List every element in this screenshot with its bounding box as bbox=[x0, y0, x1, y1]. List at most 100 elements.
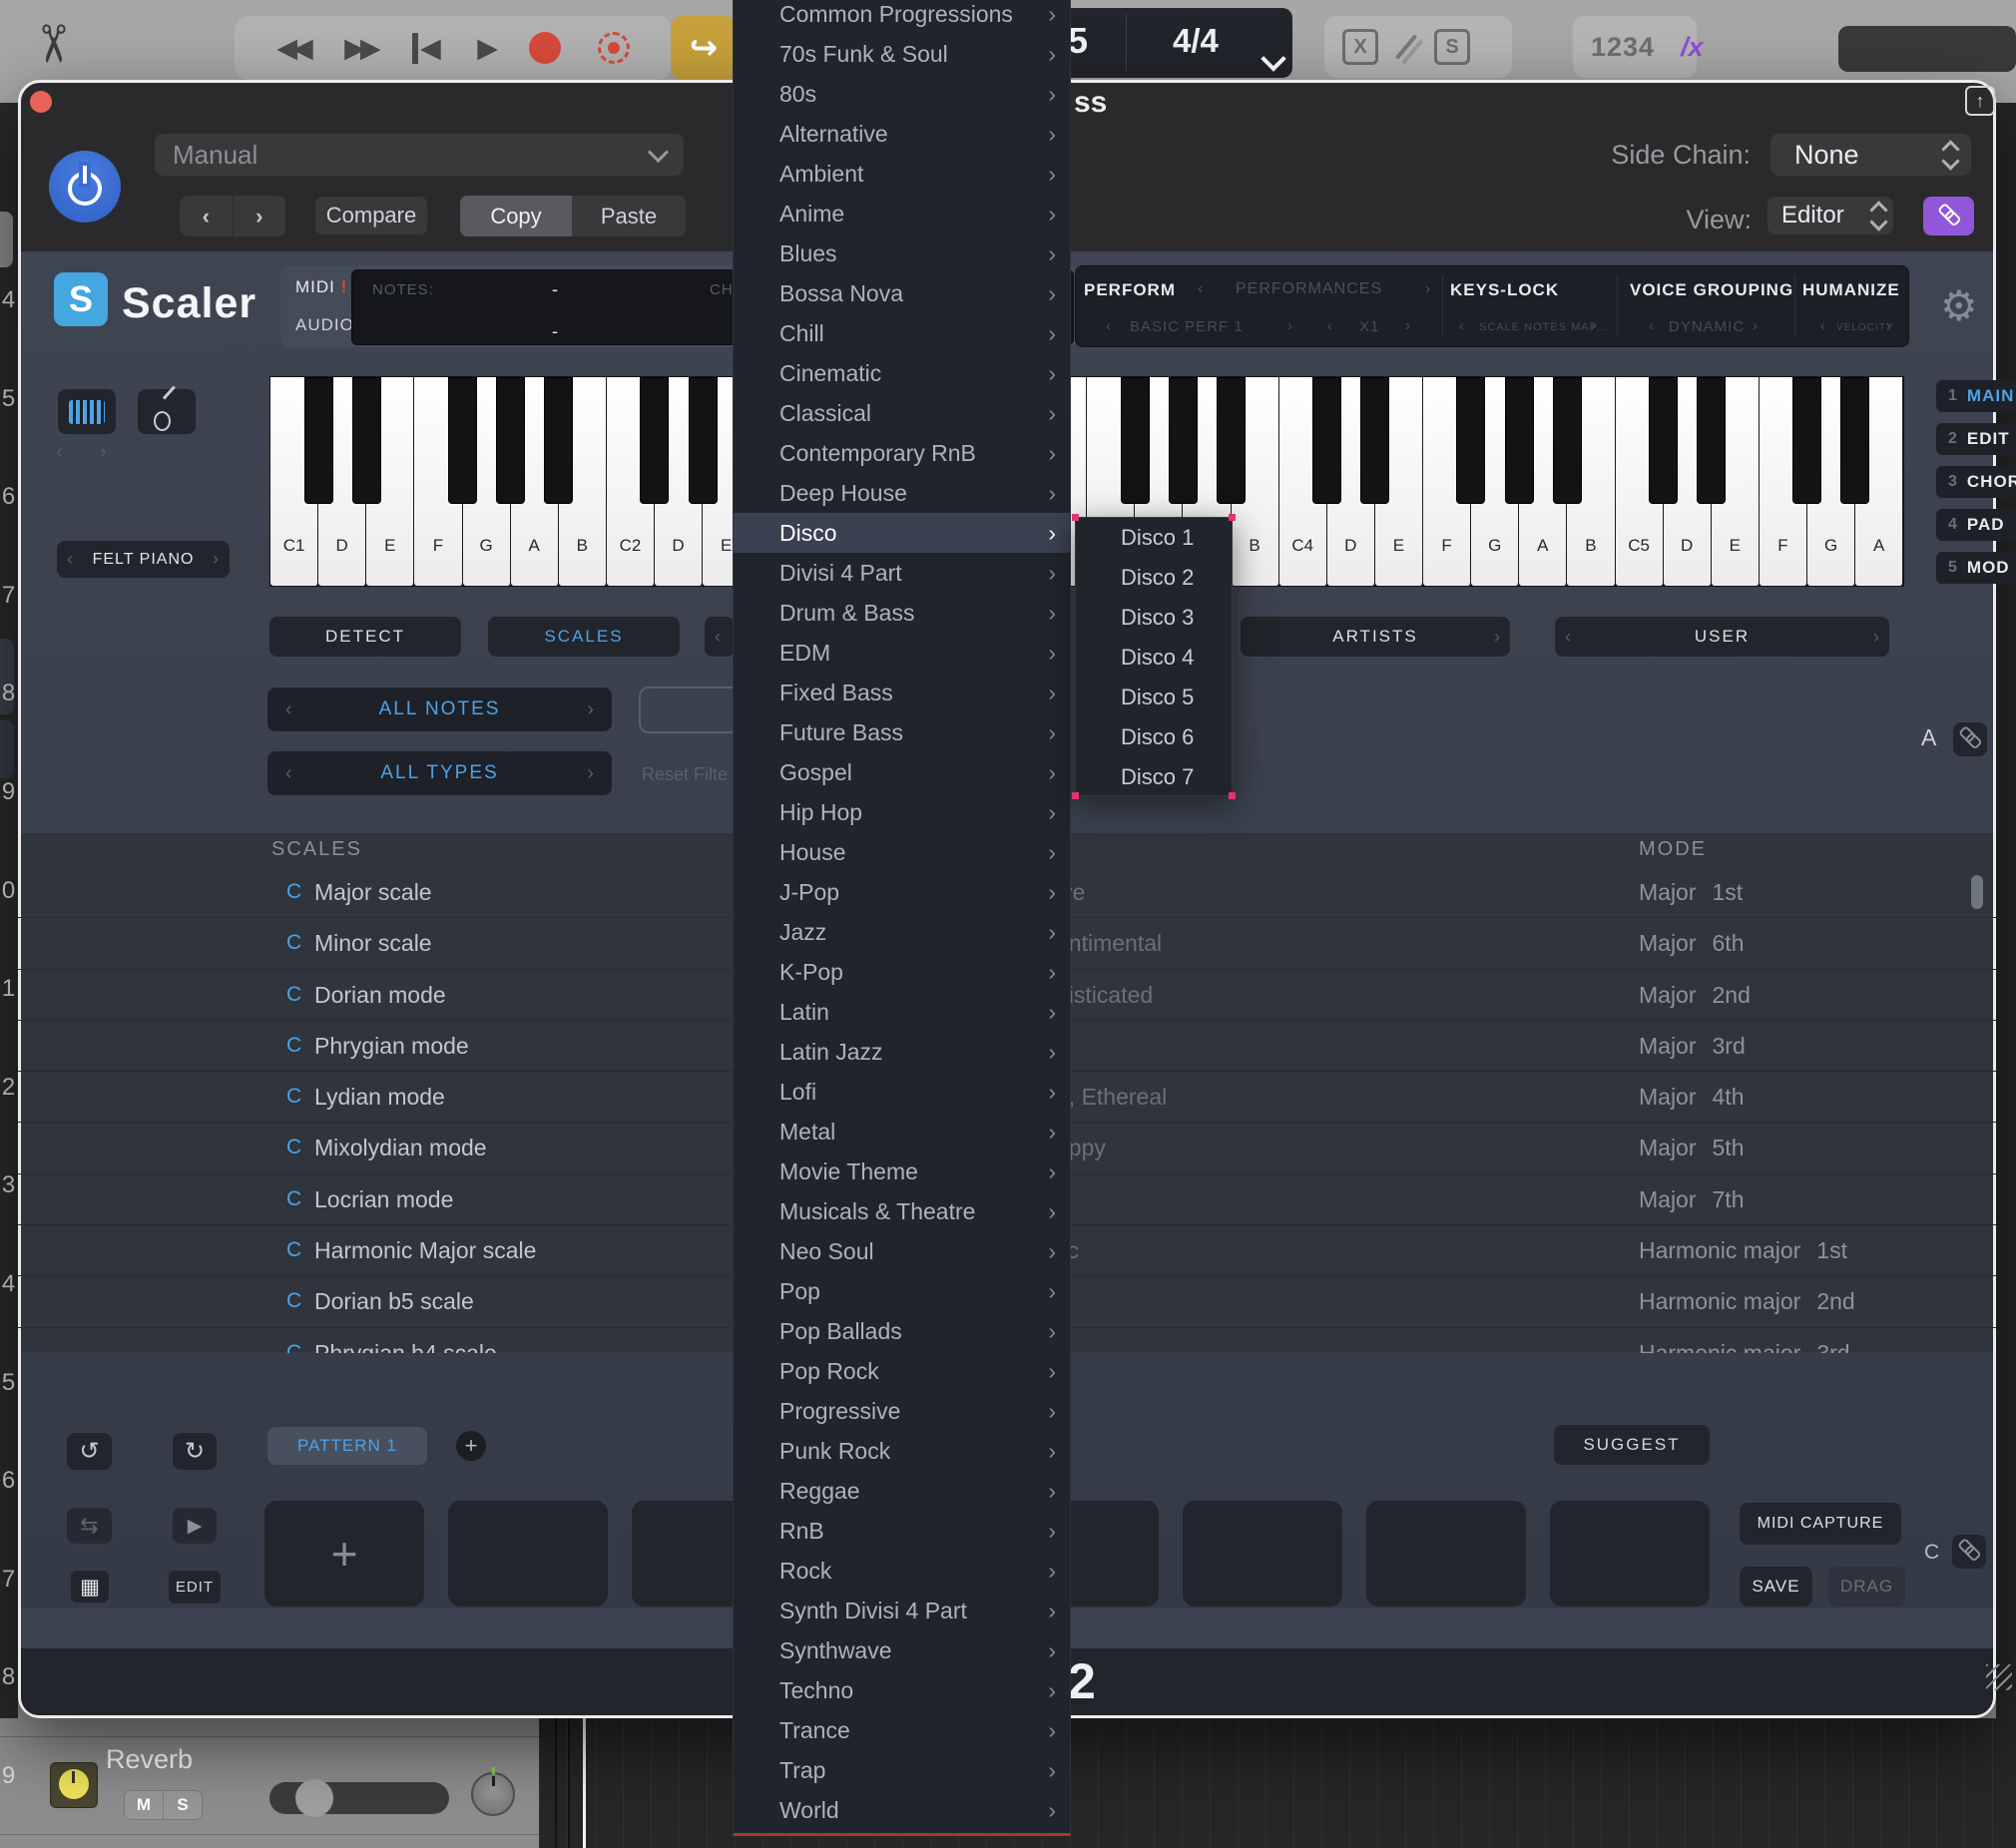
menu-item[interactable]: Latin Jazz bbox=[734, 1032, 1070, 1072]
chevron-left-icon[interactable]: ‹ bbox=[285, 698, 292, 721]
scales-tab-button[interactable]: SCALES bbox=[488, 617, 680, 657]
scissors-tool-icon[interactable]: ✂ bbox=[22, 22, 82, 66]
keyboard-instrument-button[interactable] bbox=[58, 389, 116, 434]
menu-item[interactable]: Fixed Bass bbox=[734, 673, 1070, 712]
slider-knob[interactable] bbox=[295, 1779, 333, 1817]
menu-item[interactable]: Gospel bbox=[734, 752, 1070, 792]
pattern-slot[interactable] bbox=[1366, 1501, 1526, 1607]
dynamic-value[interactable]: DYNAMIC bbox=[1669, 318, 1745, 335]
basic-perf-value[interactable]: BASIC PERF 1 bbox=[1130, 318, 1244, 335]
view-tab[interactable]: 1 MAIN bbox=[1936, 380, 2016, 412]
menu-item[interactable]: Pop bbox=[734, 1271, 1070, 1311]
solo-tool-icon[interactable]: S bbox=[1434, 29, 1470, 65]
submenu-item[interactable]: Disco 3 bbox=[1076, 598, 1232, 638]
view-tab[interactable]: 5 MOD bbox=[1936, 552, 2016, 584]
humanize-label[interactable]: HUMANIZE bbox=[1802, 280, 1900, 300]
pattern-slot[interactable] bbox=[1550, 1501, 1710, 1607]
submenu-item[interactable]: Disco 6 bbox=[1076, 717, 1232, 757]
piano-black-key[interactable] bbox=[1312, 377, 1341, 504]
menu-item[interactable]: Future Bass bbox=[734, 712, 1070, 752]
forward-button[interactable]: ▶▶ bbox=[344, 33, 376, 64]
chevron-right-icon[interactable]: › bbox=[1494, 627, 1500, 648]
menu-item[interactable]: 70s Funk & Soul bbox=[734, 34, 1070, 74]
menu-item[interactable]: Neo Soul bbox=[734, 1231, 1070, 1271]
pattern-slot[interactable] bbox=[1183, 1501, 1342, 1607]
chevron-left-icon[interactable]: ‹ bbox=[1106, 317, 1112, 334]
redo-button[interactable]: ↻ bbox=[173, 1433, 217, 1470]
record-button[interactable] bbox=[529, 32, 561, 64]
window-close-button[interactable] bbox=[30, 91, 52, 113]
menu-item[interactable]: Classical bbox=[734, 393, 1070, 433]
chevron-right-icon[interactable]: › bbox=[1405, 317, 1411, 334]
voice-grouping-label[interactable]: VOICE GROUPING bbox=[1630, 280, 1793, 300]
menu-item[interactable]: Chill bbox=[734, 313, 1070, 353]
piano-black-key[interactable] bbox=[1121, 377, 1150, 504]
chevron-left-icon[interactable]: ‹ bbox=[1565, 627, 1571, 648]
menu-item[interactable]: Punk Rock bbox=[734, 1431, 1070, 1471]
piano-black-key[interactable] bbox=[1169, 377, 1198, 504]
view-tab[interactable]: 4 PAD bbox=[1936, 509, 2016, 541]
submenu-item[interactable]: Disco 2 bbox=[1076, 558, 1232, 598]
menu-item[interactable]: Divisi 4 Part bbox=[734, 553, 1070, 593]
piano-black-key[interactable] bbox=[1456, 377, 1485, 504]
crossfade-tool-icon[interactable]: X bbox=[1342, 29, 1378, 65]
piano-black-key[interactable] bbox=[1360, 377, 1389, 504]
lcd-chevron-down-icon[interactable] bbox=[1260, 46, 1285, 71]
plugin-power-button[interactable] bbox=[49, 151, 121, 223]
menu-item[interactable]: Contemporary RnB bbox=[734, 433, 1070, 473]
copy-button[interactable]: Copy bbox=[460, 196, 572, 236]
chevron-right-icon[interactable]: › bbox=[587, 762, 594, 785]
suggest-button[interactable]: SUGGEST bbox=[1554, 1425, 1710, 1465]
view-dropdown[interactable]: Editor bbox=[1767, 197, 1893, 234]
menu-item[interactable]: Latin bbox=[734, 992, 1070, 1032]
pattern-slot[interactable]: + bbox=[264, 1501, 424, 1607]
chevron-right-icon[interactable]: › bbox=[587, 698, 594, 721]
menu-item[interactable]: Synth Divisi 4 Part bbox=[734, 1591, 1070, 1630]
inst-prev-icon[interactable]: ‹ bbox=[56, 441, 63, 464]
submenu-item[interactable]: Disco 5 bbox=[1076, 678, 1232, 717]
chevron-right-icon[interactable]: › bbox=[213, 549, 220, 570]
go-to-beginning-button[interactable]: ◀ bbox=[412, 33, 441, 64]
perf-next-icon[interactable]: › bbox=[1425, 280, 1431, 298]
paste-button[interactable]: Paste bbox=[572, 196, 686, 236]
play-button[interactable]: ▶ bbox=[477, 33, 493, 64]
piano-black-key[interactable] bbox=[640, 377, 669, 504]
piano-black-key[interactable] bbox=[1505, 377, 1534, 504]
chevron-left-icon[interactable]: ‹ bbox=[285, 762, 292, 785]
menu-item[interactable]: Jazz bbox=[734, 912, 1070, 952]
menu-item[interactable]: Synthwave bbox=[734, 1630, 1070, 1670]
menu-item[interactable]: Blues bbox=[734, 233, 1070, 273]
submenu-item[interactable]: Disco 1 bbox=[1076, 518, 1232, 558]
undo-button[interactable]: ↺ bbox=[67, 1433, 112, 1470]
side-chain-dropdown[interactable]: None bbox=[1770, 134, 1971, 176]
performances-label[interactable]: PERFORMANCES bbox=[1236, 280, 1382, 298]
user-button[interactable]: ‹ USER › bbox=[1555, 617, 1889, 657]
menu-item[interactable]: Ambient bbox=[734, 154, 1070, 194]
piano-black-key[interactable] bbox=[304, 377, 333, 504]
menu-item[interactable]: Metal bbox=[734, 1112, 1070, 1152]
menu-item[interactable]: EDM bbox=[734, 633, 1070, 673]
link-button[interactable] bbox=[1923, 197, 1974, 235]
menu-item[interactable]: RnB bbox=[734, 1511, 1070, 1551]
menu-item[interactable]: House bbox=[734, 832, 1070, 872]
search-input[interactable] bbox=[639, 687, 746, 733]
chevron-right-icon[interactable]: › bbox=[1753, 317, 1759, 334]
pan-knob[interactable] bbox=[471, 1772, 515, 1816]
menu-item[interactable]: Movie Theme bbox=[734, 1152, 1070, 1191]
all-types-selector[interactable]: ‹ ALL TYPES › bbox=[267, 751, 612, 795]
save-button[interactable]: SAVE bbox=[1740, 1567, 1812, 1607]
menu-item[interactable]: Disco bbox=[734, 513, 1070, 553]
chevron-left-icon[interactable]: ‹ bbox=[1459, 317, 1465, 334]
menu-item[interactable]: K-Pop bbox=[734, 952, 1070, 992]
rewind-button[interactable]: ◀◀ bbox=[276, 33, 308, 64]
menu-item[interactable]: Musicals & Theatre bbox=[734, 1191, 1070, 1231]
pattern-link-button[interactable] bbox=[1952, 1535, 1986, 1569]
chevron-left-icon[interactable]: ‹ bbox=[1820, 317, 1826, 334]
metronome-icon[interactable]: /x bbox=[1681, 32, 1704, 63]
chevron-right-icon[interactable]: › bbox=[1873, 627, 1879, 648]
menu-item[interactable]: Hip Hop bbox=[734, 792, 1070, 832]
detect-button[interactable]: DETECT bbox=[269, 617, 461, 657]
preset-next-button[interactable]: › bbox=[234, 196, 286, 236]
piano-black-key[interactable] bbox=[448, 377, 477, 504]
pattern-1-button[interactable]: PATTERN 1 bbox=[267, 1427, 427, 1465]
